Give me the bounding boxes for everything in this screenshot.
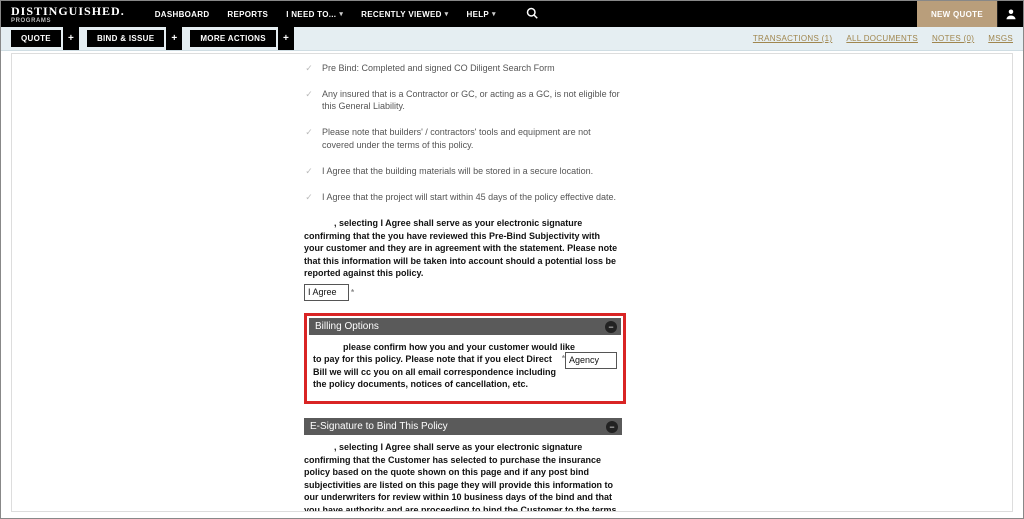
nav-reports-label: REPORTS (227, 10, 268, 19)
agreement-item: ✓ Pre Bind: Completed and signed CO Dili… (304, 62, 622, 74)
required-mark: * (351, 288, 354, 297)
checkmark-icon: ✓ (304, 62, 314, 74)
checkmark-icon: ✓ (304, 165, 314, 177)
more-actions-label: MORE ACTIONS (200, 34, 266, 43)
msgs-link[interactable]: MSGS (988, 34, 1013, 43)
content-panel: ✓ Pre Bind: Completed and signed CO Dili… (11, 53, 1013, 512)
quote-button-label: QUOTE (21, 34, 51, 43)
prebind-agree-select[interactable]: I Agree (304, 284, 349, 301)
topbar-right: NEW QUOTE (917, 1, 1023, 27)
collapse-icon[interactable]: − (605, 321, 617, 333)
collapse-icon[interactable]: − (606, 421, 618, 433)
agreement-text: Pre Bind: Completed and signed CO Dilige… (322, 62, 555, 74)
nav-help[interactable]: HELP▾ (467, 10, 496, 19)
quote-button[interactable]: QUOTE (11, 30, 61, 47)
billing-text-block: please confirm how you and your customer… (313, 341, 617, 391)
topnav: DASHBOARD REPORTS I NEED TO...▾ RECENTLY… (155, 7, 538, 22)
bind-issue-button[interactable]: BIND & ISSUE (87, 30, 164, 47)
esignature-section-header: E-Signature to Bind This Policy − (304, 418, 622, 435)
topbar: DISTINGUISHED. PROGRAMS DASHBOARD REPORT… (1, 1, 1023, 27)
more-actions-button[interactable]: MORE ACTIONS (190, 30, 276, 47)
nav-recent-label: RECENTLY VIEWED (361, 10, 442, 19)
actionbar: QUOTE + BIND & ISSUE + MORE ACTIONS + TR… (1, 27, 1023, 51)
agreement-text: I Agree that the building materials will… (322, 165, 593, 177)
new-quote-button[interactable]: NEW QUOTE (917, 1, 997, 27)
signature-block-prebind: , selecting I Agree shall serve as your … (304, 217, 622, 301)
billing-options-highlight: Billing Options − please confirm how you… (304, 313, 626, 404)
new-quote-label: NEW QUOTE (931, 10, 983, 19)
agreement-text: Any insured that is a Contractor or GC, … (322, 88, 622, 112)
checkmark-icon: ✓ (304, 88, 314, 112)
notes-link[interactable]: NOTES (0) (932, 34, 974, 43)
required-mark: * (562, 353, 565, 364)
agreement-item: ✓ Please note that builders' / contracto… (304, 126, 622, 150)
name-blank (304, 441, 334, 454)
nav-recently-viewed[interactable]: RECENTLY VIEWED▾ (361, 10, 448, 19)
user-menu-button[interactable] (997, 1, 1023, 27)
signature-block-bind: , selecting I Agree shall serve as your … (304, 441, 622, 512)
chevron-down-icon: ▾ (339, 10, 343, 18)
nav-reports[interactable]: REPORTS (227, 10, 268, 19)
billing-section-header: Billing Options − (309, 318, 621, 335)
agreement-text: Please note that builders' / contractors… (322, 126, 622, 150)
esignature-text: , selecting I Agree shall serve as your … (304, 442, 619, 512)
agreement-item: ✓ Any insured that is a Contractor or GC… (304, 88, 622, 112)
chevron-down-icon: ▾ (445, 10, 449, 18)
bind-add-button[interactable]: + (166, 27, 182, 50)
name-blank (313, 341, 343, 354)
checkmark-icon: ✓ (304, 191, 314, 203)
transactions-link[interactable]: TRANSACTIONS (1) (753, 34, 832, 43)
signature-text: , selecting I Agree shall serve as your … (304, 218, 617, 278)
name-blank (304, 217, 334, 230)
nav-dashboard[interactable]: DASHBOARD (155, 10, 210, 19)
checkmark-icon: ✓ (304, 126, 314, 150)
brand-name: DISTINGUISHED. (11, 4, 125, 19)
nav-need-to-label: I NEED TO... (286, 10, 336, 19)
nav-dashboard-label: DASHBOARD (155, 10, 210, 19)
agreement-item: ✓ I Agree that the project will start wi… (304, 191, 622, 203)
user-icon (1005, 8, 1017, 20)
brand-block: DISTINGUISHED. PROGRAMS (11, 4, 125, 24)
bind-button-label: BIND & ISSUE (97, 34, 154, 43)
search-icon[interactable] (526, 7, 538, 22)
esignature-section: E-Signature to Bind This Policy − , sele… (304, 418, 622, 512)
billing-header-text: Billing Options (315, 321, 379, 332)
billing-rest-text: to pay for this policy. Please note that… (313, 354, 556, 389)
quote-add-button[interactable]: + (63, 27, 79, 50)
all-documents-link[interactable]: ALL DOCUMENTS (846, 34, 918, 43)
agreement-text: I Agree that the project will start with… (322, 191, 616, 203)
actionbar-links: TRANSACTIONS (1) ALL DOCUMENTS NOTES (0)… (753, 27, 1013, 50)
esignature-header-text: E-Signature to Bind This Policy (310, 421, 448, 432)
nav-need-to[interactable]: I NEED TO...▾ (286, 10, 343, 19)
more-actions-add-button[interactable]: + (278, 27, 294, 50)
billing-lead-text: please confirm how you and your customer… (343, 342, 575, 352)
agreement-item: ✓ I Agree that the building materials wi… (304, 165, 622, 177)
form-column: ✓ Pre Bind: Completed and signed CO Dili… (304, 62, 622, 512)
chevron-down-icon: ▾ (492, 10, 496, 18)
app-frame: DISTINGUISHED. PROGRAMS DASHBOARD REPORT… (0, 0, 1024, 519)
nav-help-label: HELP (467, 10, 490, 19)
billing-method-select[interactable]: Agency (565, 352, 617, 369)
